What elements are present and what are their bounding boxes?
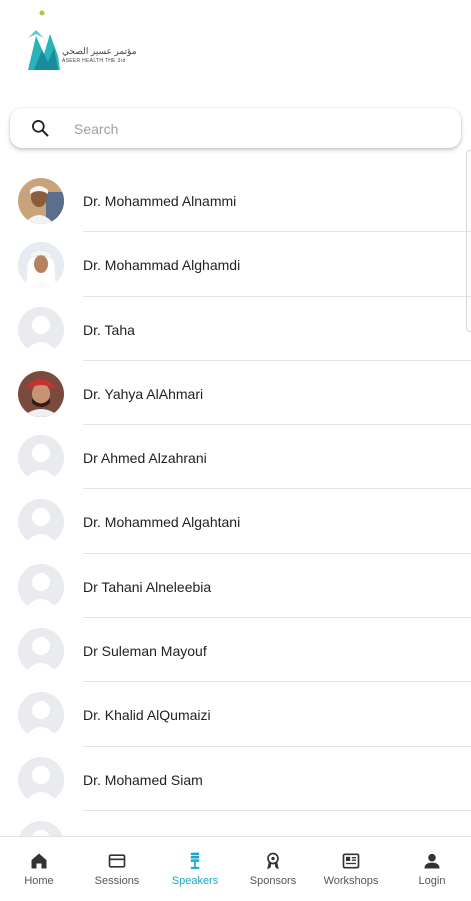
- speaker-name: Dr. Mohammed Algahtani: [83, 514, 241, 531]
- speaker-row[interactable]: Dr. Mohammed Alnammi: [0, 168, 471, 233]
- avatar-placeholder-icon: [18, 306, 64, 353]
- nav-login-label: Login: [418, 875, 446, 887]
- speaker-name: Dr Suleman Mayouf: [83, 643, 207, 660]
- logo-english-text: ASEER HEALTH THE 3rd: [62, 58, 126, 64]
- speaker-name: Dr Ahmed Alzahrani: [83, 450, 207, 467]
- speaker-row[interactable]: [0, 811, 471, 836]
- nav-sessions[interactable]: Sessions: [78, 837, 156, 901]
- speaker-row[interactable]: Dr Tahani Alneleebia: [0, 554, 471, 619]
- speaker-name: Dr. Mohammed Alnammi: [83, 193, 237, 209]
- avatar-placeholder-icon: [18, 820, 64, 836]
- logo-arabic-text: مؤتمر عسير الصحي: [62, 46, 137, 56]
- nav-speakers[interactable]: Speakers: [156, 837, 234, 901]
- nav-sponsors-label: Sponsors: [249, 875, 297, 887]
- award-icon: [267, 852, 279, 870]
- speaker-avatar: [18, 370, 64, 417]
- speaker-name: Dr. Mohamed Siam: [83, 771, 203, 788]
- nav-home[interactable]: Home: [0, 837, 78, 901]
- nav-workshops[interactable]: Workshops: [312, 837, 390, 901]
- avatar-placeholder-icon: [18, 499, 64, 546]
- nav-login[interactable]: Login: [393, 837, 471, 901]
- speaker-row[interactable]: Dr. Mohammad Alghamdi: [0, 232, 471, 297]
- speaker-name: Dr Tahani Alneleebia: [83, 578, 212, 595]
- nav-workshops-label: Workshops: [323, 875, 379, 887]
- microphone-icon: [190, 852, 200, 869]
- home-icon: [31, 853, 47, 869]
- speaker-list: Dr. Mohammed Alnammi Dr. Mohammad Algham…: [0, 168, 471, 836]
- speaker-name: Dr. Mohammad Alghamdi: [83, 257, 241, 274]
- avatar-placeholder-icon: [18, 435, 64, 482]
- speaker-row[interactable]: Dr. Mohammed Algahtani: [0, 489, 471, 554]
- search-icon: [32, 120, 49, 137]
- avatar-placeholder-icon: [18, 628, 64, 675]
- speaker-row[interactable]: Dr. Khalid AlQumaizi: [0, 682, 471, 747]
- speaker-row[interactable]: Dr Ahmed Alzahrani: [0, 425, 471, 490]
- nav-speakers-label: Speakers: [171, 875, 219, 887]
- avatar-placeholder-icon: [18, 756, 64, 803]
- avatar-placeholder-icon: [18, 563, 64, 610]
- speaker-row[interactable]: Dr. Taha: [0, 297, 471, 361]
- speaker-row[interactable]: Dr Suleman Mayouf: [0, 618, 471, 683]
- bottom-navigation: Home Sessions Speakers Sponsors Workshop…: [0, 836, 471, 901]
- newspaper-icon: [342, 853, 360, 869]
- nav-sessions-label: Sessions: [94, 875, 140, 887]
- nav-home-label: Home: [24, 875, 54, 887]
- avatar-placeholder-icon: [18, 692, 64, 739]
- nav-sponsors[interactable]: Sponsors: [234, 837, 312, 901]
- speaker-row[interactable]: Dr. Yahya AlAhmari: [0, 361, 471, 426]
- app-header: مؤتمر عسير الصحي ASEER HEALTH THE 3rd: [0, 0, 471, 96]
- person-icon: [424, 853, 440, 869]
- sessions-icon: [108, 854, 126, 868]
- speaker-row[interactable]: Dr. Mohamed Siam: [0, 747, 471, 811]
- search-bar[interactable]: [10, 108, 461, 148]
- speaker-name: Dr. Taha: [83, 321, 135, 338]
- speaker-name: Dr. Khalid AlQumaizi: [83, 707, 211, 724]
- search-input[interactable]: [72, 116, 446, 142]
- speaker-avatar: [18, 178, 64, 224]
- speaker-name: Dr. Yahya AlAhmari: [83, 385, 204, 402]
- speaker-avatar: [18, 242, 64, 289]
